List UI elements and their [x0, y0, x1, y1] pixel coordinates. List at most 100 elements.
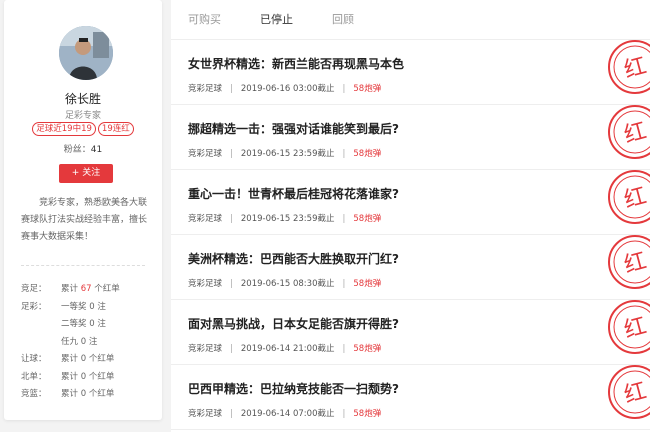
expert-title: 足彩专家 — [64, 111, 101, 121]
stat-value: 67 — [80, 284, 92, 294]
stamp-text: 红 — [622, 119, 650, 149]
article-price: 58炮弹 — [353, 214, 382, 224]
stat-label: 竞足： — [21, 284, 47, 294]
separator: | — [342, 149, 346, 159]
stat-prefix: 一等奖 — [61, 301, 90, 312]
stat-suffix: 个红单 — [91, 284, 120, 294]
stat-prefix: 累计 — [61, 354, 81, 364]
article-category: 竞彩足球 — [188, 279, 223, 289]
expert-name: 徐长胜 — [64, 92, 101, 106]
article-meta: 竞彩足球 | 2019-06-15 08:30截止 | 58炮弹 — [188, 277, 381, 289]
article-row[interactable]: 女世界杯精选：新西兰能否再现黑马本色 竞彩足球 | 2019-06-16 03:00截… — [171, 40, 650, 105]
article-title[interactable]: 美洲杯精选：巴西能否大胜换取开门红? — [188, 250, 399, 267]
stat-prefix: 累计 — [61, 284, 81, 294]
article-deadline: 2019-06-15 23:59截止 — [240, 214, 335, 224]
stamp-text: 红 — [622, 314, 650, 344]
article-deadline: 2019-06-14 07:00截止 — [240, 409, 335, 419]
stat-label: 北单： — [21, 371, 47, 382]
red-result-stamp-icon: 红 — [608, 300, 650, 354]
separator: | — [230, 214, 233, 224]
separator: | — [342, 84, 346, 94]
article-price: 58炮弹 — [353, 409, 382, 419]
separator: | — [342, 409, 346, 419]
red-result-stamp-icon: 红 — [608, 170, 650, 224]
separator: | — [342, 344, 346, 354]
article-deadline: 2019-06-14 21:00截止 — [240, 344, 335, 354]
tab-bar: 可购买 已停止 回顾 — [171, 0, 650, 40]
article-category: 竞彩足球 — [188, 344, 223, 354]
separator: | — [230, 409, 233, 419]
stat-label: 足彩： — [21, 301, 47, 312]
article-price: 58炮弹 — [353, 344, 382, 354]
article-category: 竞彩足球 — [188, 149, 223, 159]
article-row[interactable]: 挪超精选一击：强强对话谁能笑到最后? 竞彩足球 | 2019-06-15 23:59截… — [171, 105, 650, 170]
stat-suffix: 个红单 — [86, 389, 115, 399]
stat-prefix: 累计 — [61, 371, 81, 382]
article-price: 58炮弹 — [353, 279, 382, 289]
stamp-text: 红 — [622, 379, 650, 409]
article-panel: 可购买 已停止 回顾 女世界杯精选：新西兰能否再现黑马本色 竞彩足球 | 2019-0… — [171, 0, 650, 432]
stat-row: 北单： 累计 0 个红单 — [21, 369, 157, 387]
stat-prefix: 任九 — [61, 336, 81, 347]
article-title[interactable]: 巴西甲精选：巴拉纳竞技能否一扫颓势? — [188, 380, 399, 397]
red-result-stamp-icon: 红 — [608, 105, 650, 159]
stat-row: 让球： 累计 0 个红单 — [21, 351, 157, 369]
stat-suffix: 注 — [94, 319, 106, 329]
article-meta: 竞彩足球 | 2019-06-14 21:00截止 | 58炮弹 — [188, 342, 381, 354]
stamp-text: 红 — [622, 184, 650, 214]
article-row[interactable]: 重心一击！世青杯最后桂冠将花落谁家? 竞彩足球 | 2019-06-15 23:59截… — [171, 170, 650, 235]
separator: | — [230, 149, 233, 159]
article-title[interactable]: 重心一击！世青杯最后桂冠将花落谁家? — [188, 185, 399, 202]
article-row[interactable]: 巴西甲精选：巴拉纳竞技能否一扫颓势? 竞彩足球 | 2019-06-14 07:00截… — [171, 365, 650, 430]
stats-list: 竞足： 累计 67 个红单 足彩： 一等奖 0 注 二等奖 0 注 任九 0 注 让… — [21, 281, 157, 404]
expert-bio: 竞彩专家，熟悉欧美各大联赛球队打法实战经验丰富，擅长赛事大数据采集！ — [21, 198, 148, 242]
streak-badge: 19连红 — [97, 122, 134, 136]
article-row[interactable]: 面对黑马挑战，日本女足能否旗开得胜? 竞彩足球 | 2019-06-14 21:00截… — [171, 300, 650, 365]
separator: | — [230, 279, 233, 289]
red-result-stamp-icon: 红 — [608, 235, 650, 289]
separator: | — [230, 84, 233, 94]
red-result-stamp-icon: 红 — [608, 40, 650, 94]
stat-suffix: 个红单 — [86, 371, 115, 382]
fans-label: 粉丝： — [63, 145, 91, 155]
stat-suffix: 注 — [86, 336, 98, 347]
hit-rate-badge: 足球近19中19 — [32, 122, 96, 136]
stat-row: 足彩： 一等奖 0 注 — [21, 299, 157, 317]
article-category: 竞彩足球 — [188, 214, 223, 224]
stat-row: 二等奖 0 注 — [21, 316, 157, 334]
fans-count: 粉丝：41 — [4, 142, 162, 155]
stamp-text: 红 — [622, 54, 650, 84]
tab-review[interactable]: 回顾 — [332, 11, 354, 27]
article-category: 竞彩足球 — [188, 409, 223, 419]
article-deadline: 2019-06-15 08:30截止 — [240, 279, 335, 289]
red-result-stamp-icon: 红 — [608, 365, 650, 419]
avatar[interactable] — [59, 26, 113, 80]
stat-label: 竞篮： — [21, 389, 47, 399]
article-title[interactable]: 面对黑马挑战，日本女足能否旗开得胜? — [188, 315, 399, 332]
article-deadline: 2019-06-15 23:59截止 — [240, 149, 335, 159]
article-row[interactable]: 美洲杯精选：巴西能否大胜换取开门红? 竞彩足球 | 2019-06-15 08:30截… — [171, 235, 650, 300]
article-meta: 竞彩足球 | 2019-06-16 03:00截止 | 58炮弹 — [188, 82, 381, 94]
article-price: 58炮弹 — [353, 84, 382, 94]
stat-prefix: 累计 — [61, 389, 81, 399]
follow-button[interactable]: + 关注 — [59, 164, 113, 183]
separator: | — [230, 344, 233, 354]
tab-stopped[interactable]: 已停止 — [260, 11, 293, 27]
article-meta: 竞彩足球 | 2019-06-15 23:59截止 | 58炮弹 — [188, 147, 381, 159]
stat-row: 任九 0 注 — [21, 334, 157, 352]
fans-number: 41 — [90, 145, 103, 155]
separator: | — [342, 279, 346, 289]
stat-row: 竞篮： 累计 0 个红单 — [21, 386, 157, 404]
stat-prefix: 二等奖 — [61, 319, 90, 329]
article-title[interactable]: 挪超精选一击：强强对话谁能笑到最后? — [188, 120, 399, 137]
expert-profile-card: 徐长胜 足彩专家 足球近19中19 19连红 粉丝：41 + 关注 竞彩专家，熟… — [4, 0, 162, 420]
divider — [21, 265, 145, 266]
stat-row: 竞足： 累计 67 个红单 — [21, 281, 157, 299]
stat-suffix: 个红单 — [86, 354, 115, 364]
tab-available[interactable]: 可购买 — [188, 11, 221, 27]
stamp-text: 红 — [622, 249, 650, 279]
article-meta: 竞彩足球 | 2019-06-14 07:00截止 | 58炮弹 — [188, 407, 381, 419]
separator: | — [342, 214, 346, 224]
article-title[interactable]: 女世界杯精选：新西兰能否再现黑马本色 — [188, 55, 404, 72]
article-meta: 竞彩足球 | 2019-06-15 23:59截止 | 58炮弹 — [188, 212, 381, 224]
